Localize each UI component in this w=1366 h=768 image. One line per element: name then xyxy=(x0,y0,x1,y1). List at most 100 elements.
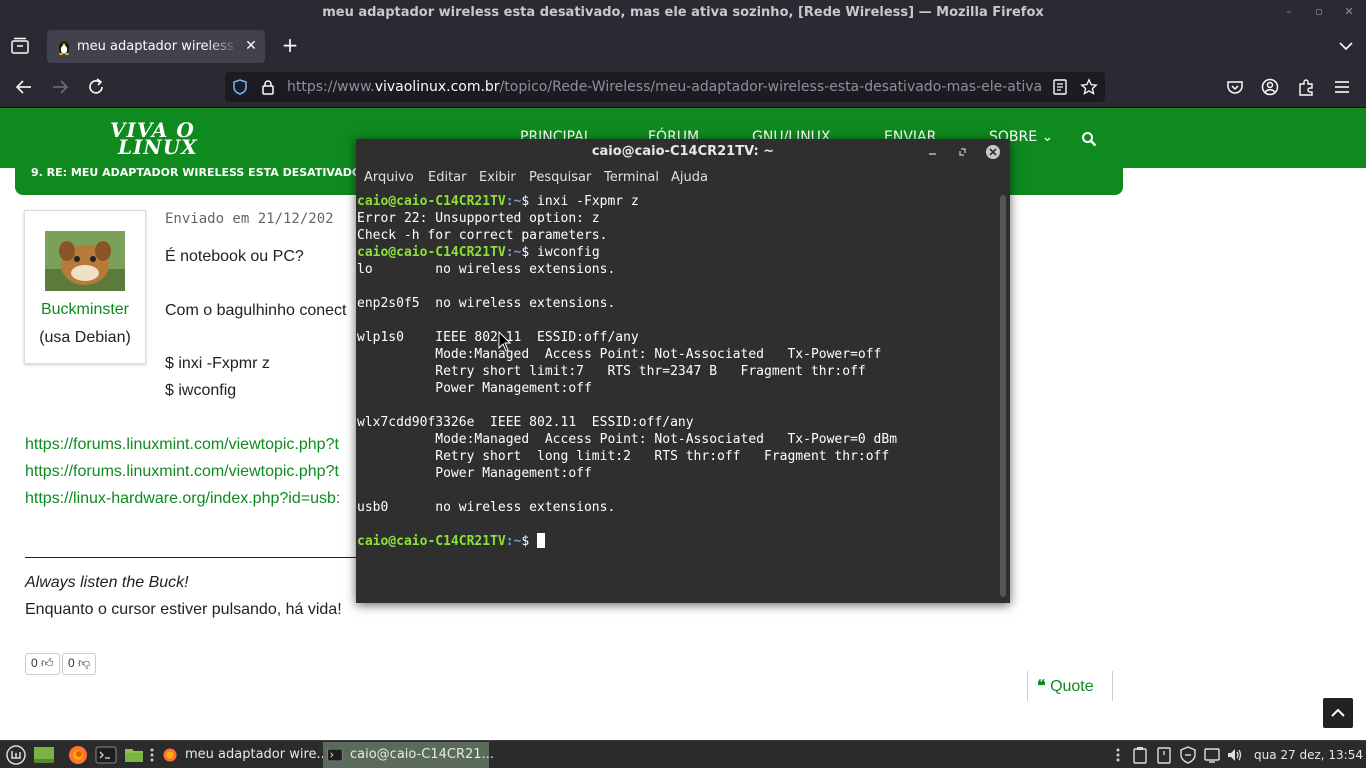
reload-icon[interactable] xyxy=(85,76,107,98)
taskbar-task-label: meu adaptador wire... xyxy=(185,747,329,762)
clipboard-tray-icon[interactable] xyxy=(1131,746,1149,764)
terminal-titlebar[interactable]: caio@caio-C14CR21TV: ~ xyxy=(356,139,1010,165)
browser-tab-active[interactable]: meu adaptador wireless esta desativado, … xyxy=(47,30,265,63)
desktop-screen: meu adaptador wireless esta desativado, … xyxy=(0,0,1366,768)
terminal-output-line: enp2s0f5 no wireless extensions. xyxy=(357,296,616,311)
vote-up-button[interactable]: 0 👍︎ xyxy=(25,653,60,675)
account-icon[interactable] xyxy=(1259,76,1281,98)
post-link[interactable]: https://forums.linuxmint.com/viewtopic.p… xyxy=(25,436,339,454)
taskbar: meu adaptador wire... caio@caio-C14CR21.… xyxy=(0,740,1366,768)
vote-down-count: 0 xyxy=(68,656,75,670)
post-link[interactable]: https://forums.linuxmint.com/viewtopic.p… xyxy=(25,463,339,481)
close-tab-icon[interactable]: ✕ xyxy=(243,38,259,54)
terminal-window[interactable]: caio@caio-C14CR21TV: ~ Arquivo Editar Ex… xyxy=(356,139,1010,603)
post-text-line: Com o bagulhinho conect xyxy=(165,302,347,319)
terminal-minimize-icon[interactable] xyxy=(924,143,942,161)
terminal-maximize-icon[interactable] xyxy=(954,143,972,161)
extensions-puzzle-icon[interactable] xyxy=(1295,76,1317,98)
chevron-down-icon[interactable] xyxy=(1338,38,1354,54)
navigation-toolbar: https://www.vivaolinux.com.br/topico/Red… xyxy=(0,66,1366,108)
forward-arrow-icon[interactable] xyxy=(49,76,71,98)
post-code-line: $ inxi -Fxpmr z xyxy=(165,355,270,372)
scroll-to-top-button[interactable] xyxy=(1323,698,1353,728)
terminal-body[interactable]: caio@caio-C14CR21TV:~$ inxi -Fxpmr z Erro… xyxy=(356,193,1010,603)
prompt-user: caio@caio-C14CR21TV xyxy=(357,534,506,549)
post-link[interactable]: https://linux-hardware.org/index.php?id=… xyxy=(25,490,340,508)
maximize-button[interactable]: ▫ xyxy=(1308,0,1330,26)
network-tray-icon[interactable] xyxy=(1203,746,1221,764)
menu-arquivo[interactable]: Arquivo xyxy=(364,170,414,185)
terminal-launcher-icon[interactable] xyxy=(95,744,117,766)
url-text[interactable]: https://www.vivaolinux.com.br/topico/Red… xyxy=(287,79,1043,95)
pocket-icon[interactable] xyxy=(1224,76,1246,98)
terminal-output-line: Mode:Managed Access Point: Not-Associate… xyxy=(357,432,898,447)
mint-menu-icon[interactable] xyxy=(5,744,27,766)
volume-tray-icon[interactable] xyxy=(1226,746,1244,764)
show-desktop-icon[interactable] xyxy=(33,744,55,766)
terminal-output-line: usb0 no wireless extensions. xyxy=(357,500,616,515)
terminal-command-line: caio@caio-C14CR21TV:~$ inxi -Fxpmr z xyxy=(357,193,997,210)
quote-label: Quote xyxy=(1050,678,1094,695)
avatar[interactable] xyxy=(45,231,125,291)
site-logo[interactable]: VIVA O LINUX xyxy=(110,120,202,162)
terminal-prompt-line: caio@caio-C14CR21TV:~$ xyxy=(357,533,997,550)
menu-exibir[interactable]: Exibir xyxy=(479,170,516,185)
hamburger-menu-icon[interactable] xyxy=(1331,76,1353,98)
text-cursor xyxy=(537,533,546,548)
prompt-symbol: $ xyxy=(521,194,538,209)
terminal-output-line: wlp1s0 IEEE 802.11 ESSID:off/any xyxy=(357,330,639,345)
window-titlebar: meu adaptador wireless esta desativado, … xyxy=(0,0,1366,26)
reader-view-icon[interactable] xyxy=(1051,78,1069,96)
signature-text: Enquanto o cursor estiver pulsando, há v… xyxy=(25,601,342,618)
firefox-launcher-icon[interactable] xyxy=(67,744,89,766)
shield-tray-icon[interactable] xyxy=(1179,746,1197,764)
close-window-button[interactable]: ✕ xyxy=(1338,0,1360,26)
vote-down-button[interactable]: 0 👎︎ xyxy=(62,653,97,675)
url-path: /topico/Rede-Wireless/meu-adaptador-wire… xyxy=(499,79,1043,95)
minimize-button[interactable]: – xyxy=(1278,0,1300,26)
terminal-output-line: Error 22: Unsupported option: z xyxy=(357,211,600,226)
list-all-tabs-icon[interactable] xyxy=(8,34,32,58)
command-text: inxi -Fxpmr z xyxy=(537,194,639,209)
tracking-protection-shield-icon[interactable] xyxy=(231,78,249,96)
author-name[interactable]: Buckminster xyxy=(25,301,145,319)
terminal-output-line: lo no wireless extensions. xyxy=(357,262,616,277)
prompt-path: :~ xyxy=(505,194,522,209)
terminal-output-line: Check -h for correct parameters. xyxy=(357,228,608,243)
quote-icon: ❝ xyxy=(1037,678,1046,695)
taskbar-task-terminal[interactable]: caio@caio-C14CR21... xyxy=(323,742,494,768)
prompt-path: :~ xyxy=(505,534,522,549)
url-bar[interactable]: https://www.vivaolinux.com.br/topico/Red… xyxy=(225,72,1105,102)
author-distro: (usa Debian) xyxy=(39,329,131,346)
terminal-scrollbar[interactable] xyxy=(1000,195,1006,597)
menu-editar[interactable]: Editar xyxy=(428,170,467,185)
back-arrow-icon[interactable] xyxy=(13,76,35,98)
logo-line-2: LINUX xyxy=(118,135,198,159)
clock[interactable]: qua 27 dez, 13:54 xyxy=(1254,741,1363,768)
search-icon[interactable] xyxy=(1081,131,1097,147)
menu-terminal[interactable]: Terminal xyxy=(604,170,659,185)
notes-tray-icon[interactable] xyxy=(1155,746,1173,764)
menu-ajuda[interactable]: Ajuda xyxy=(671,170,708,185)
thumbs-down-icon: 👎︎ xyxy=(74,656,91,670)
padlock-icon[interactable] xyxy=(259,78,277,96)
terminal-output: caio@caio-C14CR21TV:~$ inxi -Fxpmr z Erro… xyxy=(357,193,997,550)
terminal-menubar: Arquivo Editar Exibir Pesquisar Terminal… xyxy=(356,165,1010,191)
menu-pesquisar[interactable]: Pesquisar xyxy=(529,170,591,185)
taskbar-separator-handle[interactable] xyxy=(148,744,156,766)
new-tab-button[interactable]: + xyxy=(280,35,300,56)
bookmark-star-icon[interactable] xyxy=(1080,78,1098,96)
taskbar-task-firefox[interactable]: meu adaptador wire... xyxy=(158,742,329,768)
terminal-command-line: caio@caio-C14CR21TV:~$ iwconfig xyxy=(357,244,997,261)
taskbar-task-label: caio@caio-C14CR21... xyxy=(350,747,494,762)
files-launcher-icon[interactable] xyxy=(123,744,145,766)
tray-handle-icon[interactable] xyxy=(1114,746,1122,764)
quote-button[interactable]: ❝ Quote xyxy=(1027,671,1113,701)
terminal-close-icon[interactable] xyxy=(984,143,1002,161)
terminal-output-line: wlx7cdd90f3326e IEEE 802.11 ESSID:off/an… xyxy=(357,415,694,430)
post-code-line: $ iwconfig xyxy=(165,382,237,399)
